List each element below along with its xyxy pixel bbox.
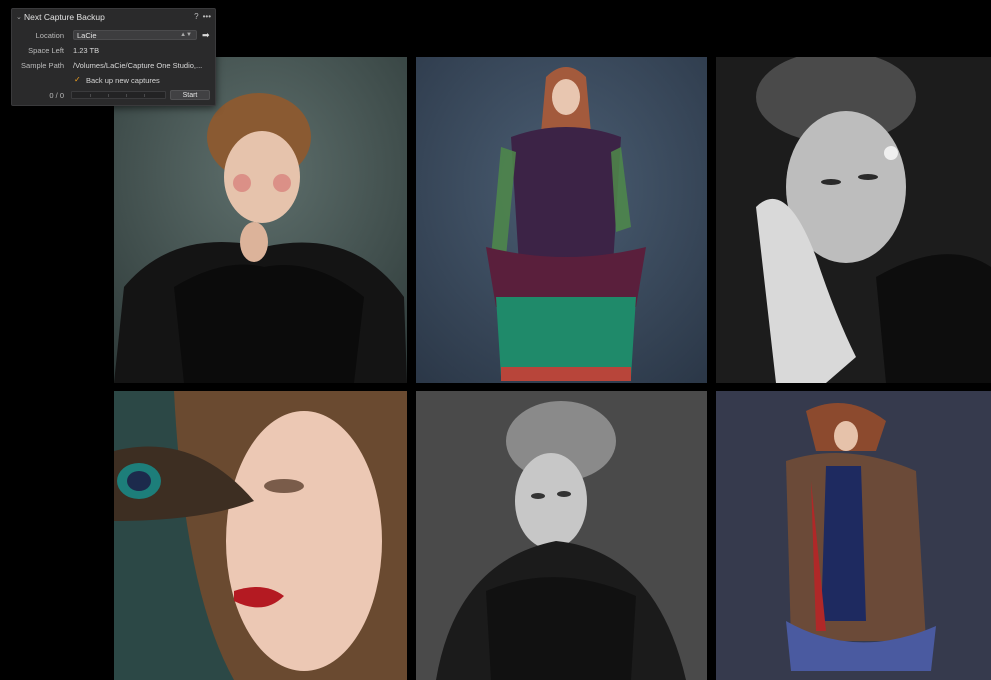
photo-peacock-feather-closeup [114, 391, 407, 680]
location-label: Location [35, 30, 64, 40]
panel-title: Next Capture Backup [24, 11, 105, 22]
backup-progress-bar [71, 91, 166, 99]
photo-tile[interactable] [716, 57, 991, 383]
more-icon[interactable]: ••• [203, 12, 211, 21]
location-value: LaCie [77, 31, 97, 40]
select-arrows-icon: ▲▼ [180, 32, 192, 38]
progress-count: 0 / 0 [49, 90, 64, 100]
sample-path-label: Sample Path [21, 60, 64, 70]
photo-fur-coat-wind [716, 391, 991, 680]
help-icon[interactable]: ? [194, 12, 198, 21]
backup-checkbox-row[interactable]: ✓ Back up new captures [12, 74, 215, 86]
space-left-value: 1.23 TB [73, 45, 100, 55]
start-button[interactable]: Start [170, 90, 210, 100]
photo-tile[interactable] [716, 391, 991, 680]
space-left-label: Space Left [28, 45, 64, 55]
backup-checkbox-label: Back up new captures [86, 75, 160, 85]
chevron-down-icon[interactable]: ⌄ [16, 13, 24, 21]
space-left-row: Space Left 1.23 TB [12, 44, 215, 56]
sample-path-row: Sample Path /Volumes/LaCie/Capture One S… [12, 59, 215, 71]
photo-embroidered-dress [416, 57, 707, 383]
location-row: Location LaCie ▲▼ ➡ [12, 29, 215, 41]
photo-tile[interactable] [416, 391, 707, 680]
capture-backup-panel: ⌄ Next Capture Backup ? ••• Location LaC… [11, 8, 216, 106]
sample-path-value: /Volumes/LaCie/Capture One Studio,... [73, 60, 203, 70]
progress-row: 0 / 0 Start [12, 89, 215, 101]
photo-tile[interactable] [114, 391, 407, 680]
photo-bw-lace-portrait [416, 391, 707, 680]
panel-header[interactable]: ⌄ Next Capture Backup ? ••• [12, 9, 215, 24]
backup-checkbox[interactable]: ✓ [74, 76, 82, 84]
go-to-location-icon[interactable]: ➡ [202, 30, 210, 41]
photo-bw-sleeping-portrait [716, 57, 991, 383]
location-select[interactable]: LaCie ▲▼ [73, 30, 197, 40]
photo-tile[interactable] [416, 57, 707, 383]
